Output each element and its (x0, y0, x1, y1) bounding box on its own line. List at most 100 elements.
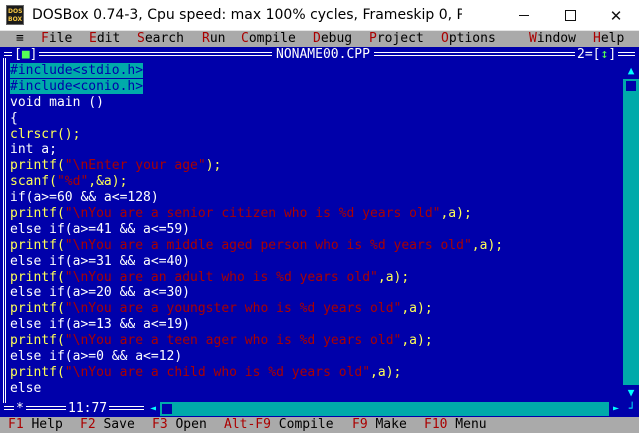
code-token: "\nYou are a teen ager who is %d years o… (64, 333, 402, 349)
scroll-down-icon[interactable]: ▼ (623, 385, 639, 401)
close-icon: ✕ (609, 6, 623, 25)
code-token: ,a); (377, 269, 410, 285)
code-line[interactable]: else if(a>=13 && a<=19) (10, 317, 620, 333)
code-line[interactable]: printf("\nYou are a middle aged person w… (10, 238, 620, 254)
code-token: "\nYou are an adult who is %d years old" (64, 269, 378, 285)
status-menu[interactable]: F10 Menu (424, 417, 487, 433)
menu-project[interactable]: Project (369, 31, 424, 47)
code-line[interactable]: #include<stdio.h> (10, 63, 620, 79)
menu-search[interactable]: Search (137, 31, 184, 47)
code-line[interactable]: else if(a>=41 && a<=59) (10, 222, 620, 238)
code-token: ,a); (370, 364, 402, 380)
editor-window-number-and-zoom[interactable]: 2=[↕] (575, 47, 619, 63)
status-save[interactable]: F2 Save (80, 417, 135, 433)
code-line[interactable]: clrscr(); (10, 127, 620, 143)
code-token: ); (205, 158, 222, 174)
code-line[interactable]: printf("\nEnter your age"); (10, 158, 620, 174)
code-line[interactable]: void main () (10, 95, 620, 111)
code-token: printf( (10, 301, 65, 317)
code-token: #include<conio.h> (10, 78, 144, 94)
status-help[interactable]: F1 Help (8, 417, 63, 433)
code-token: "%d" (56, 174, 89, 190)
code-token: "\nYou are a middle aged person who is %… (64, 237, 472, 253)
code-line[interactable]: printf("\nYou are a teen ager who is %d … (10, 333, 620, 349)
menu-compile[interactable]: Compile (241, 31, 296, 47)
vertical-scroll-thumb[interactable] (626, 81, 636, 91)
code-token: ,a); (471, 237, 504, 253)
code-token: ,a); (440, 206, 472, 222)
code-line[interactable]: #include<conio.h> (10, 78, 620, 95)
code-token: else if(a>=0 && a<=12) (10, 349, 183, 365)
resize-corner-icon[interactable]: ┘ (625, 401, 639, 417)
editor-frame-bottom: * 11:77 ◄ ► (0, 401, 639, 417)
code-token: printf( (10, 269, 65, 285)
editor-close-box[interactable]: [■] (12, 47, 40, 63)
scroll-left-icon[interactable]: ◄ (146, 402, 160, 416)
code-line[interactable]: else if(a>=31 && a<=40) (10, 254, 620, 270)
code-line[interactable]: int a; (10, 142, 620, 158)
editor-filename: NONAME00.CPP (272, 47, 374, 63)
status-compile[interactable]: Alt-F9 Compile (224, 417, 334, 433)
code-token: int a; (10, 142, 57, 158)
menu-window[interactable]: Window (529, 31, 576, 47)
vertical-scrollbar[interactable]: ▲ ▼ (623, 63, 639, 401)
status-open[interactable]: F3 Open (152, 417, 207, 433)
menu-options[interactable]: Options (441, 31, 496, 47)
horizontal-scrollbar[interactable]: ◄ ► (146, 402, 623, 416)
code-token: "\nEnter your age" (64, 158, 206, 174)
code-token: ,&a); (88, 174, 128, 190)
scroll-right-icon[interactable]: ► (609, 402, 623, 416)
window-titlebar[interactable]: DOS BOX DOSBox 0.74-3, Cpu speed: max 10… (0, 0, 639, 31)
code-line[interactable]: printf("\nYou are a senior citizen who i… (10, 206, 620, 222)
close-box-icon: ■ (21, 47, 30, 62)
editor-frame-top: [■] NONAME00.CPP 2=[↕] (0, 47, 639, 63)
code-line[interactable]: else if(a>=20 && a<=30) (10, 285, 620, 301)
code-line[interactable]: else if(a>=0 && a<=12) (10, 349, 620, 365)
code-token: scanf( (10, 174, 57, 190)
code-token: else if(a>=41 && a<=59) (10, 221, 191, 237)
code-token: printf( (10, 333, 65, 349)
code-token: else (10, 380, 42, 396)
code-token: printf( (10, 237, 65, 253)
code-line[interactable]: printf("\nYou are an adult who is %d yea… (10, 270, 620, 286)
code-token: printf( (10, 206, 65, 222)
maximize-icon (564, 10, 576, 21)
app-icon-text-bottom: BOX (8, 16, 23, 23)
code-token: "\nYou are a youngster who is %d years o… (64, 301, 402, 317)
code-token: else if(a>=13 && a<=19) (10, 317, 191, 333)
dosbox-app-icon: DOS BOX (6, 5, 24, 25)
status-bar: F1 Help F2 Save F3 Open Alt-F9 Compile F… (0, 417, 639, 433)
code-token: else if(a>=31 && a<=40) (10, 253, 191, 269)
code-editor[interactable]: #include<stdio.h> #include<conio.h> void m… (10, 63, 620, 397)
editor-frame-left (3, 58, 6, 403)
code-token: if(a>=60 && a<=128) (10, 190, 159, 206)
system-menu-icon[interactable]: ≡ (16, 31, 24, 47)
dos-screen[interactable]: ≡ File Edit Search Run Compile Debug Pro… (0, 31, 639, 433)
menu-run[interactable]: Run (202, 31, 225, 47)
code-line[interactable]: { (10, 111, 620, 127)
window-title: DOSBox 0.74-3, Cpu speed: max 100% cycle… (32, 7, 462, 23)
code-token: "\nYou are a child who is %d years old" (64, 364, 371, 380)
close-button[interactable]: ✕ (593, 0, 639, 31)
minimize-icon (519, 15, 529, 16)
menu-file[interactable]: File (41, 31, 72, 47)
menu-bar: ≡ File Edit Search Run Compile Debug Pro… (0, 31, 639, 47)
code-line[interactable]: printf("\nYou are a youngster who is %d … (10, 301, 620, 317)
code-token: "\nYou are a senior citizen who is %d ye… (64, 206, 441, 222)
menu-debug[interactable]: Debug (313, 31, 352, 47)
menu-help[interactable]: Help (593, 31, 624, 47)
code-line[interactable]: scanf("%d",&a); (10, 174, 620, 190)
scroll-up-icon[interactable]: ▲ (623, 63, 639, 79)
code-token: { (10, 110, 18, 126)
maximize-button[interactable] (547, 0, 593, 31)
code-token: printf( (10, 364, 65, 380)
horizontal-scroll-thumb[interactable] (162, 404, 172, 414)
status-make[interactable]: F9 Make (352, 417, 407, 433)
app-icon-text-top: DOS (8, 8, 23, 15)
code-line[interactable]: else (10, 381, 620, 397)
cursor-position: 11:77 (66, 401, 110, 417)
menu-edit[interactable]: Edit (89, 31, 120, 47)
code-line[interactable]: if(a>=60 && a<=128) (10, 190, 620, 206)
code-line[interactable]: printf("\nYou are a child who is %d year… (10, 365, 620, 381)
minimize-button[interactable] (501, 0, 547, 31)
